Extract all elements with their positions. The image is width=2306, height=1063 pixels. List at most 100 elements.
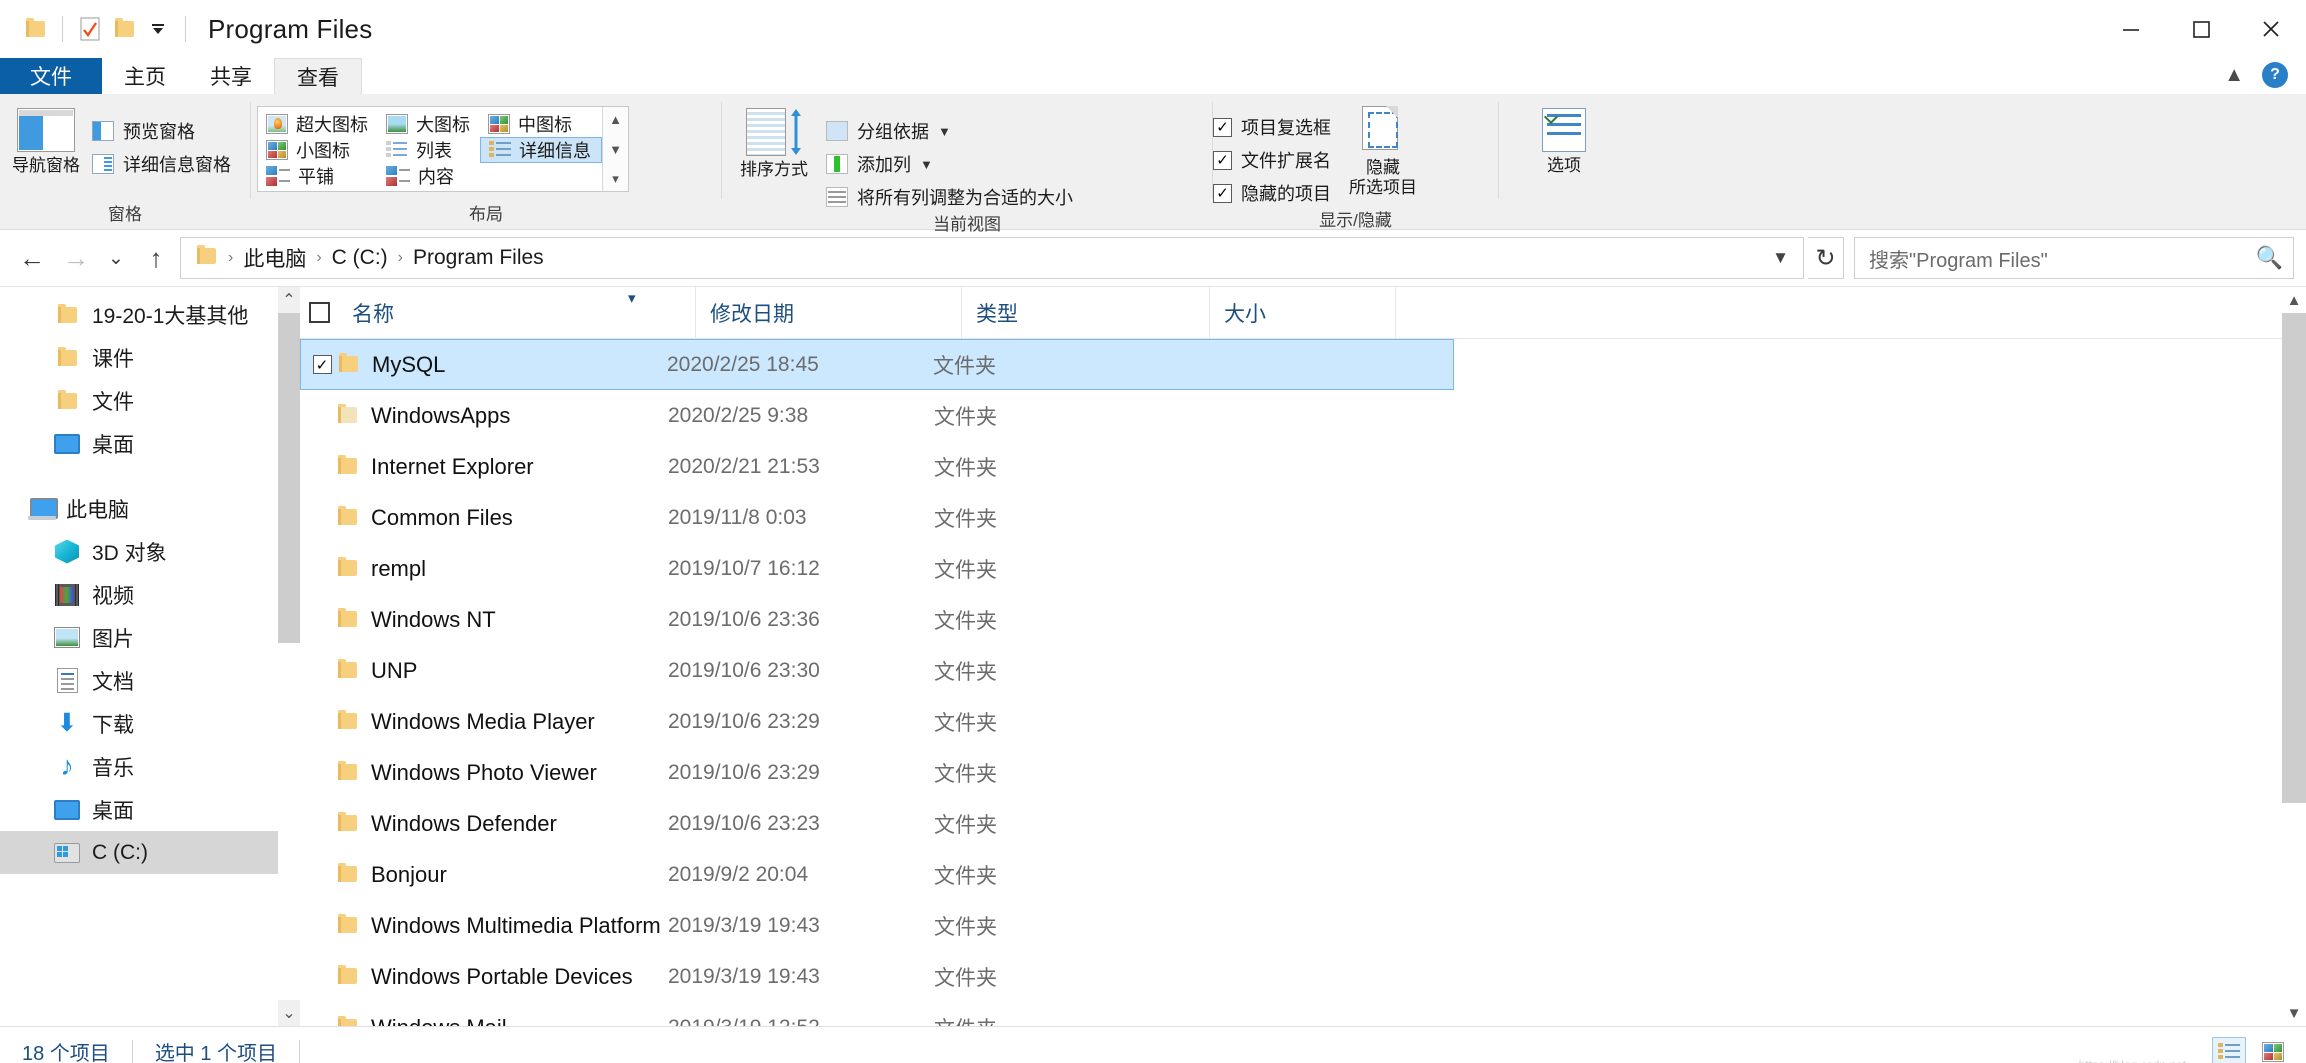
- group-by-item[interactable]: 分组依据 ▼: [826, 118, 1073, 144]
- chevron-up-icon[interactable]: ▲: [2224, 64, 2244, 87]
- gallery-scroll-down-icon[interactable]: ▼: [609, 140, 622, 159]
- sidebar-item-courseware[interactable]: 课件: [0, 336, 300, 379]
- gallery-item-list[interactable]: 列表: [378, 137, 480, 163]
- hidden-items-option[interactable]: ✓ 隐藏的项目: [1213, 180, 1331, 206]
- tab-share[interactable]: 共享: [188, 58, 274, 94]
- tab-file[interactable]: 文件: [0, 58, 102, 94]
- properties-icon[interactable]: [73, 12, 107, 46]
- checkbox-icon[interactable]: ✓: [1213, 150, 1232, 170]
- table-row[interactable]: Windows Defender 2019/10/6 23:23 文件夹: [300, 798, 2306, 849]
- table-row[interactable]: WindowsApps 2020/2/25 9:38 文件夹: [300, 390, 2306, 441]
- scroll-down-icon[interactable]: ▼: [2282, 1000, 2306, 1026]
- table-row[interactable]: Windows Photo Viewer 2019/10/6 23:29 文件夹: [300, 747, 2306, 798]
- sidebar-item-documents[interactable]: 文档: [0, 659, 300, 702]
- sidebar-item-downloads[interactable]: ⬇ 下载: [0, 702, 300, 745]
- table-row[interactable]: Windows Multimedia Platform 2019/3/19 19…: [300, 900, 2306, 951]
- new-folder-icon[interactable]: [107, 12, 141, 46]
- details-pane-item[interactable]: 详细信息窗格: [92, 151, 231, 177]
- gallery-item-medium-icons[interactable]: 中图标: [480, 111, 602, 137]
- row-checkbox[interactable]: ✓: [305, 355, 339, 374]
- sidebar-item-music[interactable]: ♪ 音乐: [0, 745, 300, 788]
- gallery-scrollbar[interactable]: ▲ ▼ ▾: [602, 107, 628, 191]
- back-arrow-icon[interactable]: ←: [12, 238, 52, 278]
- sidebar-item-folder-1[interactable]: 19-20-1大基其他: [0, 293, 300, 336]
- scrollbar-thumb[interactable]: [278, 313, 300, 643]
- sidebar-item-pictures[interactable]: 图片: [0, 616, 300, 659]
- gallery-item-tiles[interactable]: 平铺: [258, 163, 378, 189]
- gallery-more-icon[interactable]: ▾: [612, 169, 619, 188]
- breadcrumb-program-files[interactable]: Program Files: [407, 246, 550, 270]
- scroll-up-icon[interactable]: ⌃: [278, 287, 300, 313]
- sidebar-item-desktop-quick[interactable]: 桌面: [0, 422, 300, 465]
- gallery-item-large-icons[interactable]: 大图标: [378, 111, 480, 137]
- item-checkboxes-option[interactable]: ✓ 项目复选框: [1213, 114, 1331, 140]
- content-scrollbar[interactable]: ▲ ▼: [2282, 287, 2306, 1026]
- table-row[interactable]: Windows Mail 2019/3/19 12:52 文件夹: [300, 1002, 2306, 1026]
- sidebar-item-videos[interactable]: 视频: [0, 573, 300, 616]
- forward-arrow-icon[interactable]: →: [56, 238, 96, 278]
- table-row[interactable]: ✓ MySQL 2020/2/25 18:45 文件夹: [300, 339, 1454, 390]
- scroll-up-icon[interactable]: ▲: [2282, 287, 2306, 313]
- minimize-button[interactable]: [2096, 0, 2166, 58]
- chevron-down-icon[interactable]: ▼: [938, 124, 951, 139]
- sidebar-item-3d-objects[interactable]: 3D 对象: [0, 530, 300, 573]
- folder-icon: [54, 303, 80, 327]
- chevron-down-icon[interactable]: ▼: [1772, 248, 1797, 268]
- checkbox-icon[interactable]: ✓: [1213, 183, 1232, 203]
- tab-view[interactable]: 查看: [274, 58, 362, 94]
- gallery-scroll-up-icon[interactable]: ▲: [609, 110, 622, 129]
- options-button[interactable]: 选项: [1518, 104, 1610, 176]
- sidebar-item-desktop[interactable]: 桌面: [0, 788, 300, 831]
- breadcrumb[interactable]: › 此电脑 › C (C:) › Program Files ▼: [180, 237, 1804, 279]
- refresh-icon[interactable]: ↻: [1808, 237, 1844, 279]
- table-row[interactable]: Windows Media Player 2019/10/6 23:29 文件夹: [300, 696, 2306, 747]
- size-all-columns-item[interactable]: 将所有列调整为合适的大小: [826, 184, 1073, 210]
- column-header-type[interactable]: 类型: [962, 287, 1210, 339]
- table-row[interactable]: Windows NT 2019/10/6 23:36 文件夹: [300, 594, 2306, 645]
- recent-locations-icon[interactable]: ⌄: [100, 238, 132, 278]
- gallery-item-small-icons[interactable]: 小图标: [258, 137, 378, 163]
- sidebar-scrollbar[interactable]: ⌃ ⌄: [278, 287, 300, 1026]
- select-all-checkbox[interactable]: [300, 302, 338, 323]
- large-icons-view-button[interactable]: [2256, 1037, 2290, 1063]
- table-row[interactable]: Windows Portable Devices 2019/3/19 19:43…: [300, 951, 2306, 1002]
- close-button[interactable]: [2236, 0, 2306, 58]
- sidebar-item-label: 图片: [92, 627, 134, 651]
- scrollbar-track[interactable]: [2282, 313, 2306, 1000]
- table-row[interactable]: UNP 2019/10/6 23:30 文件夹: [300, 645, 2306, 696]
- breadcrumb-this-pc[interactable]: 此电脑: [237, 243, 312, 273]
- column-header-date-modified[interactable]: 修改日期: [696, 287, 962, 339]
- navigation-pane-button[interactable]: 导航窗格: [0, 104, 92, 176]
- folder-icon[interactable]: [18, 12, 52, 46]
- tab-home[interactable]: 主页: [102, 58, 188, 94]
- table-row[interactable]: Bonjour 2019/9/2 20:04 文件夹: [300, 849, 2306, 900]
- table-row[interactable]: Internet Explorer 2020/2/21 21:53 文件夹: [300, 441, 2306, 492]
- details-view-button[interactable]: [2212, 1036, 2246, 1063]
- add-column-item[interactable]: 添加列 ▼: [826, 151, 1073, 177]
- scroll-down-icon[interactable]: ⌄: [278, 1000, 300, 1026]
- preview-pane-item[interactable]: 预览窗格: [92, 118, 231, 144]
- file-extensions-option[interactable]: ✓ 文件扩展名: [1213, 147, 1331, 173]
- checkbox-icon[interactable]: ✓: [1213, 117, 1232, 137]
- column-header-name[interactable]: ▾ 名称: [338, 287, 696, 339]
- sidebar-item-this-pc[interactable]: 此电脑: [0, 487, 300, 530]
- sidebar-item-files[interactable]: 文件: [0, 379, 300, 422]
- search-icon[interactable]: 🔍: [2256, 245, 2283, 271]
- breadcrumb-drive-c[interactable]: C (C:): [326, 246, 394, 270]
- table-row[interactable]: rempl 2019/10/7 16:12 文件夹: [300, 543, 2306, 594]
- sidebar-item-local-disk-c[interactable]: C (C:): [0, 831, 300, 874]
- gallery-item-extra-large-icons[interactable]: 超大图标: [258, 111, 378, 137]
- customize-chevron-icon[interactable]: [141, 12, 175, 46]
- up-arrow-icon[interactable]: ↑: [136, 238, 176, 278]
- help-icon[interactable]: ?: [2262, 62, 2288, 88]
- scrollbar-thumb[interactable]: [2282, 313, 2306, 803]
- gallery-item-content[interactable]: 内容: [378, 163, 480, 189]
- chevron-down-icon[interactable]: ▼: [920, 157, 933, 172]
- sort-by-button[interactable]: 排序方式: [722, 104, 826, 180]
- maximize-button[interactable]: [2166, 0, 2236, 58]
- table-row[interactable]: Common Files 2019/11/8 0:03 文件夹: [300, 492, 2306, 543]
- gallery-item-details[interactable]: 详细信息: [480, 137, 602, 163]
- column-header-size[interactable]: 大小: [1210, 287, 1396, 339]
- search-input[interactable]: 搜索"Program Files" 🔍: [1854, 237, 2294, 279]
- hide-selected-button[interactable]: 隐藏 所选项目: [1331, 104, 1435, 198]
